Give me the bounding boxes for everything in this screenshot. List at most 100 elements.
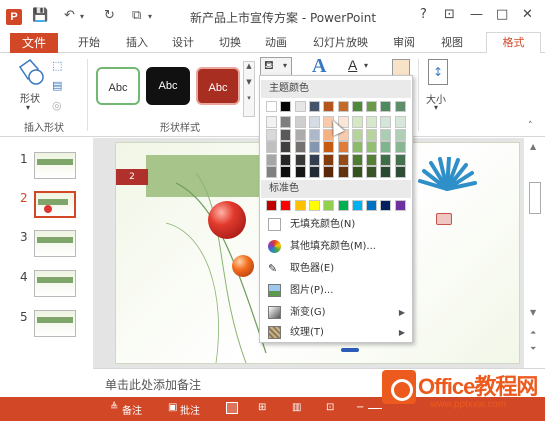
theme-color-shade-swatch[interactable] bbox=[380, 128, 392, 141]
previous-slide-icon[interactable]: ⏶ bbox=[530, 328, 536, 338]
theme-color-swatch[interactable] bbox=[366, 101, 378, 112]
normal-view-icon[interactable] bbox=[226, 402, 238, 414]
vertical-scrollbar[interactable]: ▲ ▼ ⏶ ⏷ bbox=[523, 138, 545, 368]
merge-shapes-icon[interactable]: ◎ bbox=[52, 99, 62, 112]
shape-style-swatch-1[interactable]: Abc bbox=[96, 67, 140, 105]
theme-color-shade-swatch[interactable] bbox=[366, 166, 378, 178]
theme-color-shade-swatch[interactable] bbox=[266, 141, 277, 153]
theme-color-swatch[interactable] bbox=[351, 101, 363, 112]
redo-icon[interactable]: ↻ bbox=[104, 8, 115, 23]
theme-color-shade-swatch[interactable] bbox=[280, 128, 292, 141]
style-gallery-scroll[interactable]: ▲ ▼ ▾ bbox=[243, 61, 255, 117]
theme-color-shade-swatch[interactable] bbox=[280, 166, 292, 178]
standard-color-swatch[interactable] bbox=[380, 200, 392, 211]
theme-color-shade-swatch[interactable] bbox=[380, 153, 392, 166]
theme-color-shade-swatch[interactable] bbox=[394, 153, 406, 166]
next-slide-icon[interactable]: ⏷ bbox=[530, 344, 536, 354]
reading-view-icon[interactable]: ▥ bbox=[292, 402, 301, 413]
theme-color-shade-swatch[interactable] bbox=[394, 141, 406, 153]
standard-color-swatch[interactable] bbox=[366, 200, 378, 211]
theme-color-swatch[interactable] bbox=[323, 101, 335, 112]
customize-qat-icon[interactable]: ▾ bbox=[148, 12, 152, 21]
tab-design[interactable]: 设计 bbox=[172, 33, 194, 53]
theme-color-shade-swatch[interactable] bbox=[280, 141, 292, 153]
standard-color-swatch[interactable] bbox=[351, 200, 363, 211]
shape-style-swatch-3[interactable]: Abc bbox=[196, 67, 240, 105]
theme-color-shade-swatch[interactable] bbox=[266, 153, 277, 166]
shapes-icon[interactable] bbox=[16, 57, 46, 87]
theme-color-shade-swatch[interactable] bbox=[351, 141, 363, 153]
selected-shape[interactable] bbox=[436, 213, 452, 225]
theme-color-swatch[interactable] bbox=[280, 101, 292, 112]
theme-color-shade-swatch[interactable] bbox=[308, 116, 320, 128]
theme-color-shade-swatch[interactable] bbox=[294, 128, 306, 141]
picture-fill-item[interactable]: 图片(P)... bbox=[261, 280, 411, 301]
theme-color-shade-swatch[interactable] bbox=[337, 166, 349, 178]
theme-color-swatch[interactable] bbox=[294, 101, 306, 112]
theme-color-shade-swatch[interactable] bbox=[294, 116, 306, 128]
theme-color-shade-swatch[interactable] bbox=[294, 141, 306, 153]
zoom-slider[interactable] bbox=[368, 408, 382, 409]
theme-color-shade-swatch[interactable] bbox=[280, 153, 292, 166]
standard-color-swatch[interactable] bbox=[323, 200, 335, 211]
theme-color-shade-swatch[interactable] bbox=[351, 153, 363, 166]
ribbon-display-options-button[interactable]: ⊡ bbox=[444, 7, 455, 22]
theme-color-shade-swatch[interactable] bbox=[366, 141, 378, 153]
theme-color-swatch[interactable] bbox=[380, 101, 392, 112]
standard-color-swatch[interactable] bbox=[308, 200, 320, 211]
standard-color-swatch[interactable] bbox=[337, 200, 349, 211]
theme-color-shade-swatch[interactable] bbox=[337, 153, 349, 166]
theme-color-shade-swatch[interactable] bbox=[366, 153, 378, 166]
maximize-button[interactable]: □ bbox=[496, 7, 508, 22]
theme-color-swatch[interactable] bbox=[394, 101, 406, 112]
zoom-out-icon[interactable]: − bbox=[356, 402, 364, 413]
standard-color-swatch[interactable] bbox=[266, 200, 277, 211]
undo-dropdown-icon[interactable]: ▾ bbox=[80, 12, 84, 21]
undo-icon[interactable]: ↶ bbox=[64, 8, 75, 23]
theme-color-shade-swatch[interactable] bbox=[323, 166, 335, 178]
theme-color-swatch[interactable] bbox=[337, 101, 349, 112]
theme-color-shade-swatch[interactable] bbox=[351, 166, 363, 178]
scrollbar-thumb[interactable] bbox=[529, 182, 541, 214]
theme-color-shade-swatch[interactable] bbox=[266, 116, 277, 128]
theme-color-shade-swatch[interactable] bbox=[394, 116, 406, 128]
tab-insert[interactable]: 插入 bbox=[126, 33, 148, 53]
theme-color-shade-swatch[interactable] bbox=[337, 141, 349, 153]
tab-transitions[interactable]: 切换 bbox=[219, 33, 241, 53]
scroll-up-icon[interactable]: ▲ bbox=[530, 142, 536, 151]
notes-toggle-label[interactable]: 备注 bbox=[122, 402, 142, 417]
size-dropdown-icon[interactable]: ▾ bbox=[434, 103, 438, 112]
theme-color-shade-swatch[interactable] bbox=[366, 128, 378, 141]
theme-color-shade-swatch[interactable] bbox=[394, 128, 406, 141]
text-fill-icon[interactable]: A bbox=[348, 57, 357, 73]
theme-color-shade-swatch[interactable] bbox=[366, 116, 378, 128]
theme-color-shade-swatch[interactable] bbox=[380, 166, 392, 178]
start-slideshow-icon[interactable]: ⧉ bbox=[132, 8, 141, 23]
no-fill-item[interactable]: 无填充颜色(N) bbox=[261, 214, 411, 235]
theme-color-shade-swatch[interactable] bbox=[380, 141, 392, 153]
theme-color-shade-swatch[interactable] bbox=[266, 166, 277, 178]
shape-fill-button[interactable]: ⛾ ▾ bbox=[260, 57, 292, 77]
comments-icon[interactable]: ▣ bbox=[168, 402, 177, 413]
theme-color-shade-swatch[interactable] bbox=[394, 166, 406, 178]
theme-color-shade-swatch[interactable] bbox=[308, 153, 320, 166]
theme-color-shade-swatch[interactable] bbox=[308, 128, 320, 141]
help-button[interactable]: ? bbox=[420, 7, 427, 22]
slideshow-view-icon[interactable]: ⊡ bbox=[326, 402, 334, 413]
theme-color-shade-swatch[interactable] bbox=[323, 153, 335, 166]
theme-color-swatch[interactable] bbox=[266, 101, 277, 112]
theme-color-shade-swatch[interactable] bbox=[294, 166, 306, 178]
edit-shape-icon[interactable]: ⬚ bbox=[52, 59, 62, 72]
textbox-icon[interactable]: ▤ bbox=[52, 79, 62, 92]
tab-view[interactable]: 视图 bbox=[441, 33, 463, 53]
minimize-button[interactable]: — bbox=[470, 7, 483, 22]
tab-review[interactable]: 审阅 bbox=[393, 33, 415, 53]
eyedropper-item[interactable]: ✎ 取色器(E) bbox=[261, 258, 411, 279]
collapse-ribbon-icon[interactable]: ˄ bbox=[528, 121, 533, 131]
theme-color-shade-swatch[interactable] bbox=[323, 141, 335, 153]
texture-fill-item[interactable]: 纹理(T) ▶ bbox=[261, 322, 411, 343]
tab-slideshow[interactable]: 幻灯片放映 bbox=[313, 33, 368, 53]
orange-ball-shape[interactable] bbox=[232, 255, 254, 277]
slide-thumbnail-5[interactable] bbox=[34, 310, 76, 337]
theme-color-swatch[interactable] bbox=[308, 101, 320, 112]
